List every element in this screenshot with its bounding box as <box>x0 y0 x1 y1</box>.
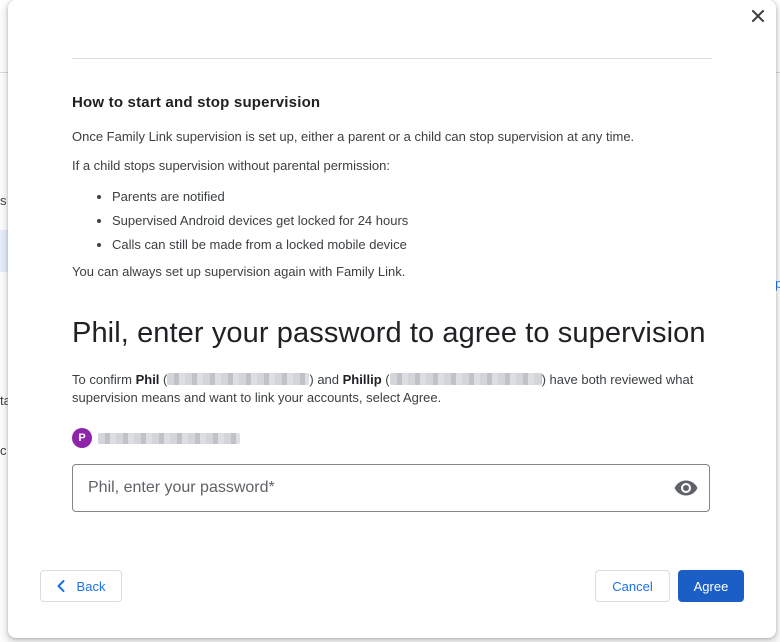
child-name: Phillip <box>342 372 382 387</box>
background-text-fragment: c <box>0 443 7 458</box>
consequence-list: Parents are notified Supervised Android … <box>72 185 408 257</box>
section-condition: If a child stops supervision without par… <box>72 158 390 173</box>
confirm-suffix: have both reviewed what supervision mean… <box>72 372 694 405</box>
close-icon <box>752 10 764 22</box>
dialog-content[interactable]: How to start and stop supervision Once F… <box>72 0 712 530</box>
confirm-text: To confirm Phil () and Phillip () have b… <box>72 372 694 405</box>
list-item: Calls can still be made from a locked mo… <box>96 233 408 257</box>
account-chip: P <box>72 428 240 448</box>
agree-button[interactable]: Agree <box>678 570 744 602</box>
close-button[interactable] <box>748 6 768 26</box>
eye-icon <box>674 480 698 496</box>
parent-name: Phil <box>135 372 160 387</box>
redacted-child-email <box>389 373 542 385</box>
page-title: Phil, enter your password to agree to su… <box>72 317 706 349</box>
avatar: P <box>72 428 92 448</box>
background-selected-nav <box>0 230 8 272</box>
list-item: Parents are notified <box>96 185 408 209</box>
content-divider <box>72 58 712 59</box>
confirm-middle: and <box>313 372 343 387</box>
chevron-left-icon <box>57 580 65 592</box>
confirm-prefix: To confirm <box>72 372 136 387</box>
show-password-button[interactable] <box>673 476 699 500</box>
redacted-account-email <box>98 432 240 444</box>
supervision-dialog: How to start and stop supervision Once F… <box>8 0 776 638</box>
back-button-label: Back <box>76 578 106 594</box>
password-field <box>72 464 710 512</box>
cancel-button[interactable]: Cancel <box>595 570 670 602</box>
section-intro: Once Family Link supervision is set up, … <box>72 129 635 144</box>
back-button[interactable]: Back <box>40 570 122 602</box>
agree-button-label: Agree <box>693 578 729 594</box>
background-text-fragment: s <box>0 193 7 208</box>
cancel-button-label: Cancel <box>612 578 653 594</box>
section-outro: You can always set up supervision again … <box>72 264 406 279</box>
list-item: Supervised Android devices get locked fo… <box>96 209 408 233</box>
redacted-parent-email <box>167 373 310 385</box>
password-input[interactable] <box>73 465 653 511</box>
section-title: How to start and stop supervision <box>72 94 321 111</box>
